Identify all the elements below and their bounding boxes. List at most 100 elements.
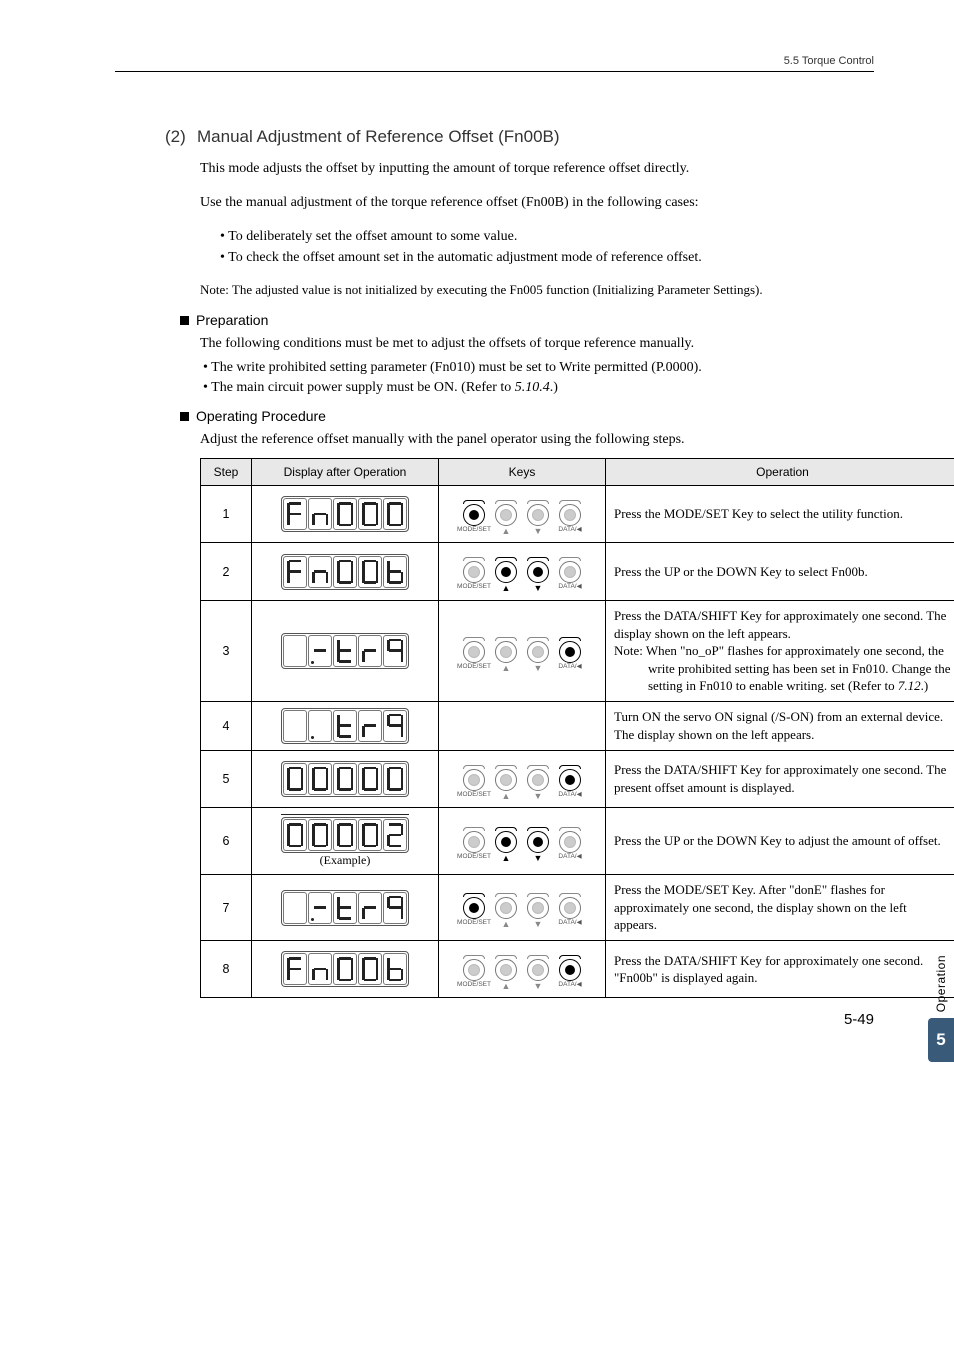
operation-cell: Press the DATA/SHIFT Key for approximate… xyxy=(606,600,954,701)
seg-digit xyxy=(283,498,307,530)
operation-cell: Press the UP or the DOWN Key to select F… xyxy=(606,543,954,601)
side-tab: Operation 5 xyxy=(928,955,954,1062)
keys-cell: MODE/SET▲▼DATA/◀ xyxy=(439,485,606,543)
prep-heading: Preparation xyxy=(180,312,874,328)
data-key: DATA/◀ xyxy=(557,637,583,671)
down-key: ▼ xyxy=(525,637,551,674)
seg-digit xyxy=(308,710,332,742)
down-key: ▼ xyxy=(525,557,551,594)
display-cell xyxy=(252,701,439,750)
seg-digit xyxy=(358,498,382,530)
prep-item-2: • The main circuit power supply must be … xyxy=(203,378,874,398)
seg-digit xyxy=(383,819,407,851)
seg-digit xyxy=(308,953,332,985)
up-key: ▲ xyxy=(493,827,519,864)
seven-seg-display xyxy=(281,817,409,853)
seg-digit xyxy=(333,819,357,851)
keys-cell: MODE/SET▲▼DATA/◀ xyxy=(439,600,606,701)
seg-digit xyxy=(283,635,307,667)
seg-digit xyxy=(358,763,382,795)
mode-key: MODE/SET xyxy=(461,637,487,671)
col-operation: Operation xyxy=(606,458,954,485)
data-key: DATA/◀ xyxy=(557,893,583,927)
table-row: 5 MODE/SET▲▼DATA/◀ Press the DATA/SHIFT Ke… xyxy=(201,750,954,808)
operation-cell: Press the UP or the DOWN Key to adjust t… xyxy=(606,808,954,875)
down-key: ▼ xyxy=(525,827,551,864)
up-key: ▲ xyxy=(493,893,519,930)
mode-key: MODE/SET xyxy=(461,557,487,591)
seg-digit xyxy=(383,953,407,985)
step-number: 8 xyxy=(201,940,252,998)
seg-digit xyxy=(308,819,332,851)
seg-digit xyxy=(383,498,407,530)
display-cell: (Example) xyxy=(252,808,439,875)
mode-key: MODE/SET xyxy=(461,765,487,799)
seg-digit xyxy=(283,556,307,588)
mode-key: MODE/SET xyxy=(461,827,487,861)
square-bullet-icon xyxy=(180,316,189,325)
col-keys: Keys xyxy=(439,458,606,485)
seg-digit xyxy=(358,819,382,851)
seven-seg-display xyxy=(281,496,409,532)
heading-title: Manual Adjustment of Reference Offset (F… xyxy=(197,127,560,146)
proc-title: Operating Procedure xyxy=(196,408,326,424)
operation-cell: Press the DATA/SHIFT Key for approximate… xyxy=(606,750,954,808)
heading-num: (2) xyxy=(165,127,197,147)
seg-digit xyxy=(383,710,407,742)
display-cell xyxy=(252,543,439,601)
data-key: DATA/◀ xyxy=(557,765,583,799)
step-number: 5 xyxy=(201,750,252,808)
seg-digit xyxy=(308,635,332,667)
keys-cell: MODE/SET▲▼DATA/◀ xyxy=(439,543,606,601)
seg-digit xyxy=(283,953,307,985)
keypad: MODE/SET▲▼DATA/◀ xyxy=(461,637,583,674)
seven-seg-display xyxy=(281,890,409,926)
square-bullet-icon xyxy=(180,412,189,421)
seg-digit xyxy=(333,763,357,795)
mode-key: MODE/SET xyxy=(461,893,487,927)
seven-seg-display xyxy=(281,554,409,590)
intro-p2: Use the manual adjustment of the torque … xyxy=(200,193,874,213)
table-row: 8MODE/SET▲▼DATA/◀Press the DATA/SHIFT Ke… xyxy=(201,940,954,998)
display-cell xyxy=(252,485,439,543)
step-number: 1 xyxy=(201,485,252,543)
seg-digit xyxy=(358,556,382,588)
seg-digit xyxy=(383,892,407,924)
seven-seg-display xyxy=(281,633,409,669)
keys-cell: MODE/SET▲▼DATA/◀ xyxy=(439,808,606,875)
example-label: (Example) xyxy=(281,853,409,868)
operation-cell: Turn ON the servo ON signal (/S-ON) from… xyxy=(606,701,954,750)
seg-digit xyxy=(308,556,332,588)
prep-items: • The write prohibited setting parameter… xyxy=(203,358,874,399)
data-key: DATA/◀ xyxy=(557,500,583,534)
proc-lead: Adjust the reference offset manually wit… xyxy=(200,430,874,450)
keys-cell: MODE/SET▲▼DATA/◀ xyxy=(439,750,606,808)
seg-digit xyxy=(358,892,382,924)
display-cell xyxy=(252,940,439,998)
seven-seg-display xyxy=(281,708,409,744)
step-number: 6 xyxy=(201,808,252,875)
up-key: ▲ xyxy=(493,637,519,674)
operation-cell: Press the MODE/SET Key to select the uti… xyxy=(606,485,954,543)
seg-digit xyxy=(358,953,382,985)
display-cell xyxy=(252,600,439,701)
seg-digit xyxy=(283,710,307,742)
keys-cell: MODE/SET▲▼DATA/◀ xyxy=(439,875,606,941)
table-row: 1 MODE/SET▲▼DATA/◀Press the MODE/SET Key … xyxy=(201,485,954,543)
down-key: ▼ xyxy=(525,955,551,992)
mode-key: MODE/SET xyxy=(461,500,487,534)
seg-digit xyxy=(333,498,357,530)
table-row: 2MODE/SET▲▼DATA/◀Press the UP or the DOW… xyxy=(201,543,954,601)
col-display: Display after Operation xyxy=(252,458,439,485)
seg-digit xyxy=(308,498,332,530)
header-section: 5.5 Torque Control xyxy=(115,55,874,67)
seg-digit xyxy=(308,892,332,924)
proc-heading: Operating Procedure xyxy=(180,408,874,424)
display-cell xyxy=(252,750,439,808)
up-key: ▲ xyxy=(493,557,519,594)
seg-digit xyxy=(308,763,332,795)
step-number: 4 xyxy=(201,701,252,750)
prep-lead: The following conditions must be met to … xyxy=(200,334,874,354)
seg-digit xyxy=(383,763,407,795)
keypad: MODE/SET▲▼DATA/◀ xyxy=(461,765,583,802)
